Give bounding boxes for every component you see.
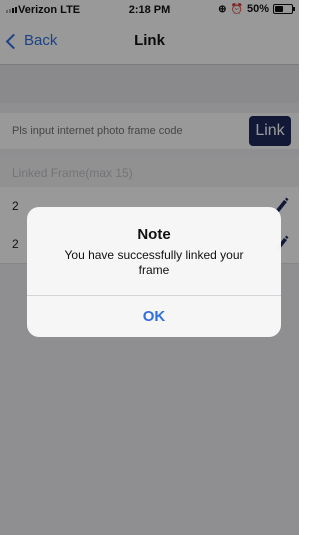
alert-message: You have successfully linked your frame <box>64 248 244 277</box>
alert-title: Note <box>137 226 171 243</box>
ok-button[interactable]: OK <box>27 296 281 337</box>
alert-dialog: Note You have successfully linked your f… <box>27 207 281 337</box>
screen: Verizon LTE 2:18 PM ⊕ ⏰ 50% Back Link Li… <box>0 0 299 535</box>
